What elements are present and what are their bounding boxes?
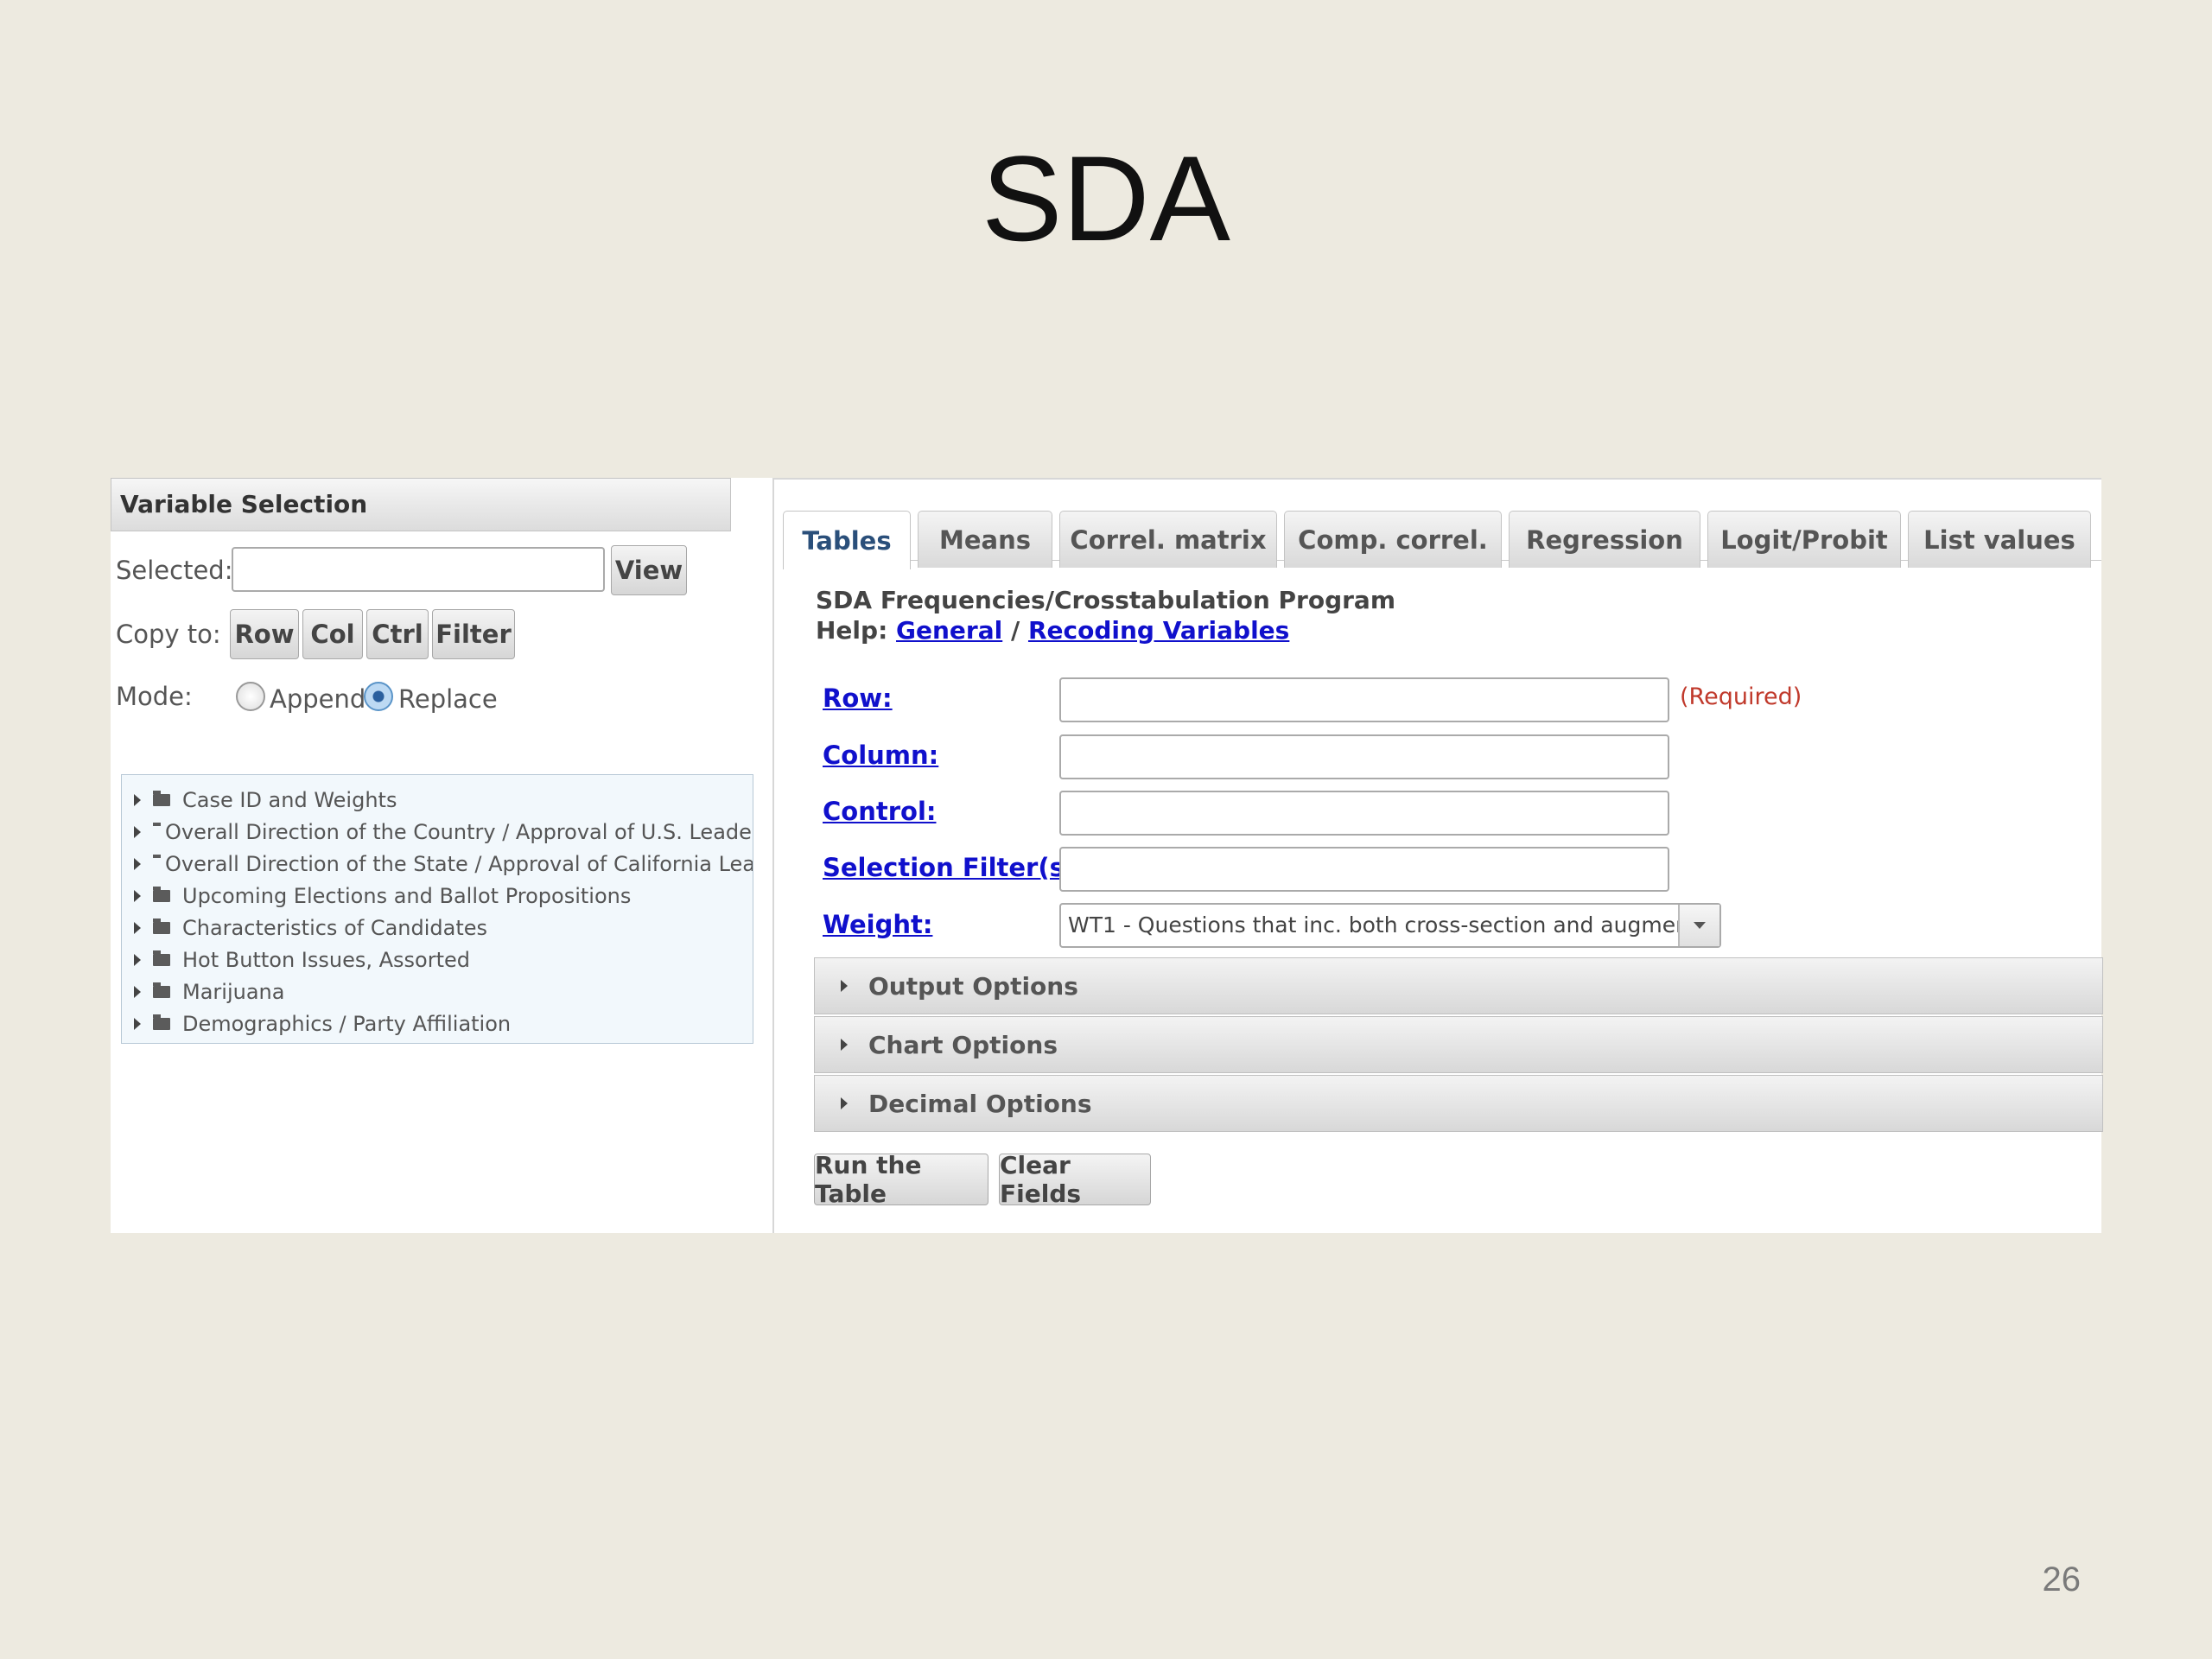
required-note: (Required) [1680,683,1802,710]
row-label-link[interactable]: Row: [823,683,893,713]
analysis-panel: Tables Means Correl. matrix Comp. correl… [772,478,2103,1233]
control-label-link[interactable]: Control: [823,797,936,826]
append-radio[interactable] [236,682,265,711]
copy-to-label: Copy to: [116,620,221,649]
tab-bar: Tables Means Correl. matrix Comp. correl… [783,488,2101,569]
tab-regression[interactable]: Regression [1509,511,1700,568]
tree-item[interactable]: Overall Direction of the Country / Appro… [122,816,753,848]
expand-caret-icon [841,980,848,992]
tab-list-values[interactable]: List values [1908,511,2091,568]
expand-caret-icon[interactable] [134,953,141,966]
tree-item[interactable]: Case ID and Weights [122,784,753,816]
replace-radio[interactable] [364,682,393,711]
tab-correl-matrix[interactable]: Correl. matrix [1059,511,1277,568]
expand-caret-icon[interactable] [134,857,141,870]
tree-item[interactable]: Hot Button Issues, Assorted [122,944,753,976]
tree-item-label: Overall Direction of the Country / Appro… [165,819,753,844]
variable-selection-panel: Variable Selection Selected: View Copy t… [111,478,774,1233]
expand-caret-icon[interactable] [134,825,141,838]
tree-item[interactable]: Marijuana [122,976,753,1007]
decimal-options-section[interactable]: Decimal Options [814,1075,2103,1132]
dropdown-arrow-icon[interactable] [1678,905,1719,946]
selection-filter-label-link[interactable]: Selection Filter(s): [823,853,1086,882]
folder-icon [153,790,170,806]
selection-filter-input[interactable] [1059,847,1669,892]
tab-comp-correl[interactable]: Comp. correl. [1284,511,1502,568]
tree-item-label: Marijuana [182,979,285,1004]
column-input[interactable] [1059,734,1669,779]
expand-caret-icon[interactable] [134,793,141,806]
tree-item[interactable]: Demographics / Party Affiliation [122,1007,753,1039]
weight-select[interactable]: WT1 - Questions that inc. both cross-sec… [1059,903,1721,948]
expand-caret-icon[interactable] [134,985,141,998]
help-label: Help: [816,616,888,645]
slide-title: SDA [982,130,1230,266]
selected-input[interactable] [232,547,605,592]
chart-options-section[interactable]: Chart Options [814,1016,2103,1073]
append-label[interactable]: Append [270,684,365,714]
tab-means[interactable]: Means [918,511,1052,568]
folder-icon [153,918,170,934]
view-button[interactable]: View [611,545,687,595]
replace-label[interactable]: Replace [398,684,498,714]
output-options-section[interactable]: Output Options [814,957,2103,1014]
copy-col-button[interactable]: Col [302,609,363,659]
expand-caret-icon[interactable] [134,921,141,934]
control-input[interactable] [1059,791,1669,836]
help-general-link[interactable]: General [896,616,1002,645]
variable-tree: Case ID and Weights Overall Direction of… [121,774,753,1044]
help-recoding-link[interactable]: Recoding Variables [1028,616,1289,645]
copy-row-button[interactable]: Row [230,609,299,659]
folder-icon [153,1014,170,1030]
folder-icon [153,886,170,902]
program-title: SDA Frequencies/Crosstabulation Program [816,586,1396,614]
tree-item-label: Upcoming Elections and Ballot Propositio… [182,883,632,908]
tab-tables[interactable]: Tables [783,511,911,569]
weight-label-link[interactable]: Weight: [823,910,932,939]
slide-number: 26 [2042,1560,2082,1599]
selected-label: Selected: [116,556,233,585]
variable-selection-header: Variable Selection [111,478,731,531]
folder-icon [153,982,170,998]
mode-label: Mode: [116,682,193,711]
tree-item-label: Case ID and Weights [182,787,397,812]
expand-caret-icon [841,1097,848,1109]
expand-caret-icon [841,1039,848,1051]
tree-item[interactable]: Upcoming Elections and Ballot Propositio… [122,880,753,912]
tree-item-label: Characteristics of Candidates [182,915,488,940]
help-separator: / [1010,616,1020,645]
weight-select-value: WT1 - Questions that inc. both cross-sec… [1068,912,1698,938]
clear-fields-button[interactable]: Clear Fields [999,1151,1151,1208]
chart-options-label: Chart Options [868,1030,1058,1059]
tree-item-label: Hot Button Issues, Assorted [182,947,470,972]
tab-logit-probit[interactable]: Logit/Probit [1707,511,1901,568]
tree-item-label: Demographics / Party Affiliation [182,1011,512,1036]
row-input[interactable] [1059,677,1669,722]
tree-item-label: Overall Direction of the State / Approva… [165,851,753,876]
decimal-options-label: Decimal Options [868,1089,1092,1118]
copy-ctrl-button[interactable]: Ctrl [366,609,429,659]
expand-caret-icon[interactable] [134,1017,141,1030]
column-label-link[interactable]: Column: [823,741,938,770]
run-table-button[interactable]: Run the Table [814,1151,988,1208]
help-line: Help: General / Recoding Variables [816,616,1289,645]
folder-icon [153,950,170,966]
expand-caret-icon[interactable] [134,889,141,902]
tree-item[interactable]: Characteristics of Candidates [122,912,753,944]
output-options-label: Output Options [868,971,1078,1001]
tree-item[interactable]: Overall Direction of the State / Approva… [122,848,753,880]
copy-filter-button[interactable]: Filter [432,609,515,659]
